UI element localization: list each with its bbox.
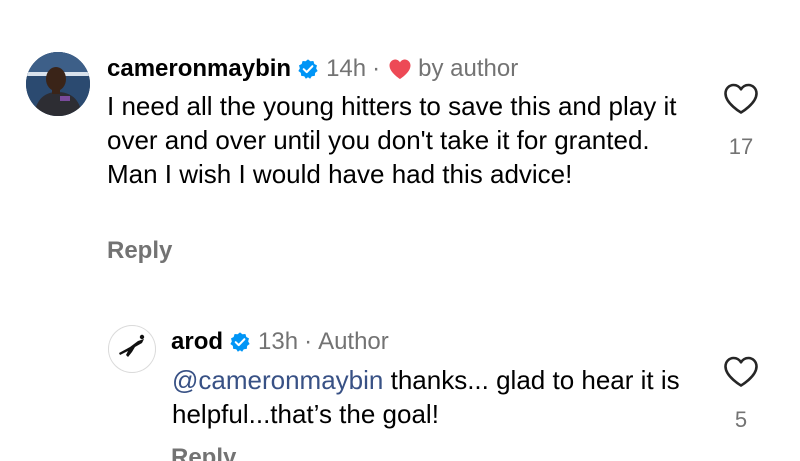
- verified-badge-icon: [298, 59, 318, 79]
- meta-separator: ·: [304, 328, 313, 355]
- heart-outline-icon[interactable]: [723, 356, 759, 388]
- verified-badge-icon: [230, 332, 250, 352]
- like-count[interactable]: 17: [719, 134, 763, 160]
- reply-text: @cameronmaybin thanks... glad to hear it…: [172, 363, 692, 431]
- author-label: Author: [318, 328, 389, 355]
- like-column: 17: [719, 83, 763, 160]
- mention-link[interactable]: @cameronmaybin: [172, 365, 383, 395]
- comment-text: I need all the young hitters to save thi…: [107, 91, 677, 189]
- heart-filled-icon: [389, 59, 411, 79]
- heart-outline-icon[interactable]: [723, 83, 759, 115]
- reply-button[interactable]: Reply: [107, 237, 172, 265]
- comments-thread: cameronmaybin 14h · by author I need all…: [0, 0, 800, 461]
- reply-header: arod 13h · Author: [171, 326, 389, 358]
- avatar[interactable]: [108, 325, 156, 373]
- reply-timestamp: 13h: [258, 328, 299, 355]
- comment-username[interactable]: cameronmaybin: [107, 55, 291, 83]
- like-count[interactable]: 5: [719, 407, 763, 433]
- reply-button[interactable]: Reply: [171, 444, 236, 461]
- liked-by-author-label: by author: [418, 55, 519, 82]
- avatar-image: [108, 325, 156, 373]
- comment-header: cameronmaybin 14h · by author: [107, 53, 518, 85]
- comment-timestamp: 14h: [326, 55, 367, 82]
- avatar-image: [26, 52, 90, 116]
- avatar[interactable]: [26, 52, 90, 116]
- meta-separator: ·: [372, 55, 381, 82]
- reply-username[interactable]: arod: [171, 328, 223, 356]
- like-column: 5: [719, 356, 763, 433]
